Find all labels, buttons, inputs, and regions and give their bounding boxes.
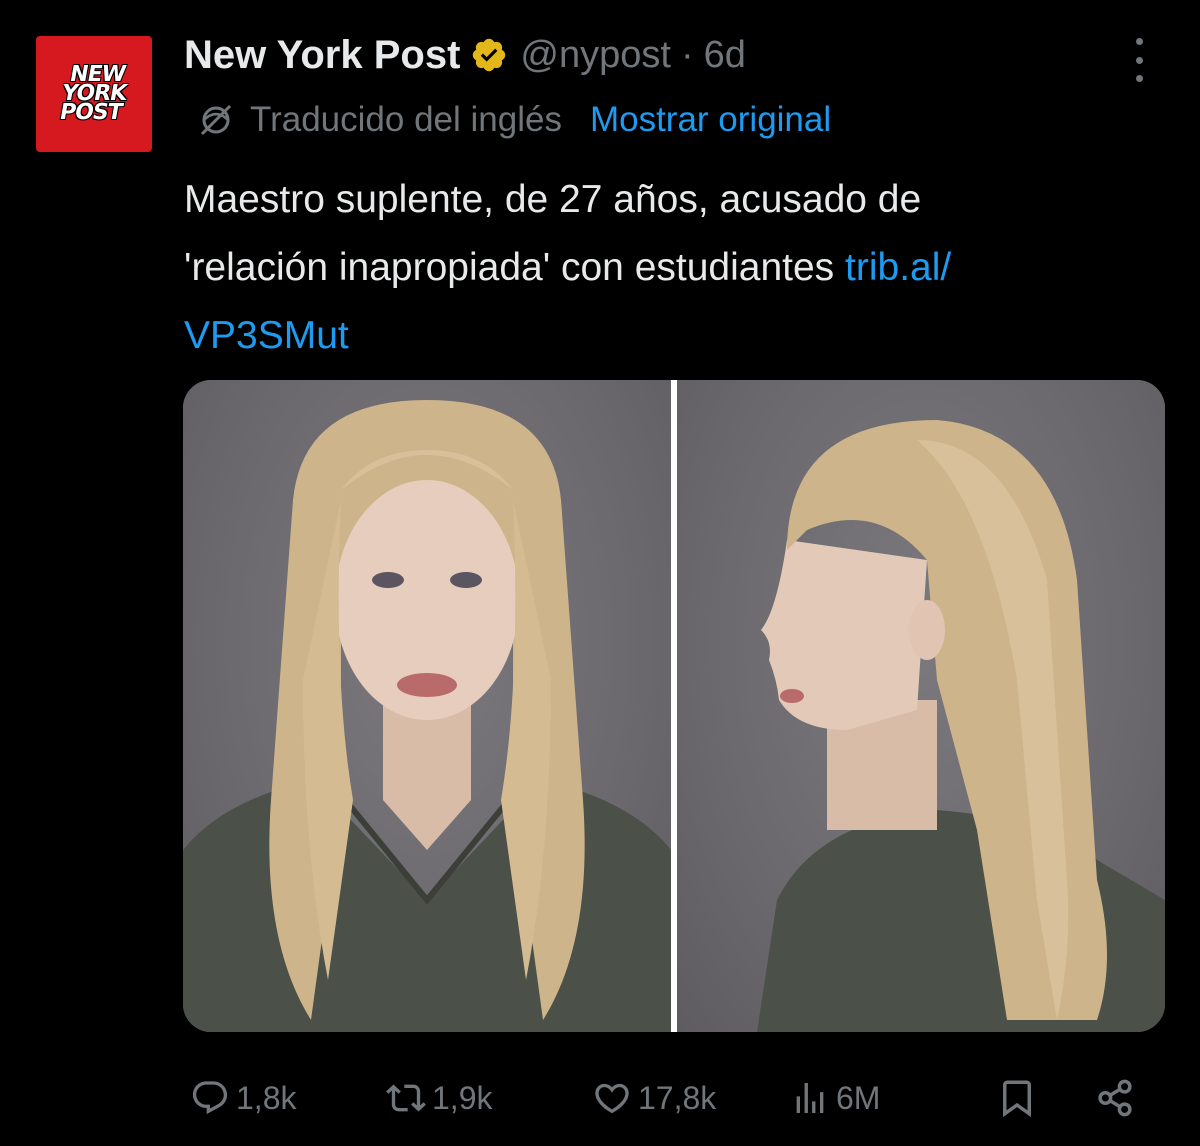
tweet-text-line: VP3SMut: [184, 302, 1164, 370]
views-button[interactable]: 6M: [790, 1068, 880, 1128]
tweet-text-fragment: 'relación inapropiada' con estudiantes: [184, 246, 846, 289]
tweet-link-continued[interactable]: VP3SMut: [184, 314, 349, 357]
tweet-timestamp[interactable]: 6d: [704, 34, 746, 77]
reply-button[interactable]: 1,8k: [190, 1068, 296, 1128]
tweet-text-line: 'relación inapropiada' con estudiantes t…: [184, 234, 1164, 302]
share-button[interactable]: [1094, 1068, 1136, 1128]
reply-icon: [190, 1078, 230, 1118]
avatar-logo-line: POST: [57, 99, 124, 125]
views-count: 6M: [836, 1079, 881, 1116]
separator-dot: ·: [680, 33, 694, 76]
tweet-media-grid[interactable]: [183, 380, 1165, 1032]
nypost-logo: NEW YORK POST: [57, 62, 131, 125]
verified-badge-icon[interactable]: [470, 36, 508, 74]
heart-icon: [592, 1078, 632, 1118]
tweet-card[interactable]: NEW YORK POST New York Post @nypost · 6d…: [0, 0, 1200, 1146]
tweet-link[interactable]: trib.al/: [845, 246, 951, 289]
translate-globe-icon: [196, 100, 236, 140]
translated-label: Traducido del inglés: [250, 100, 562, 139]
like-button[interactable]: 17,8k: [592, 1068, 716, 1128]
bookmark-button[interactable]: [996, 1068, 1038, 1128]
repost-icon: [386, 1078, 426, 1118]
like-count: 17,8k: [638, 1079, 717, 1116]
bookmark-icon: [996, 1077, 1038, 1119]
media-photo-profile[interactable]: [677, 380, 1165, 1032]
reply-count: 1,8k: [236, 1079, 297, 1116]
share-nodes-icon: [1094, 1077, 1136, 1119]
repost-button[interactable]: 1,9k: [386, 1068, 492, 1128]
repost-count: 1,9k: [432, 1079, 493, 1116]
views-chart-icon: [790, 1078, 830, 1118]
tweet-text-line: Maestro suplente, de 27 años, acusado de: [184, 178, 922, 221]
author-avatar[interactable]: NEW YORK POST: [36, 36, 152, 152]
media-photo-front[interactable]: [183, 380, 671, 1032]
author-name[interactable]: New York Post: [184, 33, 460, 78]
author-handle[interactable]: @nypost: [520, 34, 671, 77]
tweet-text: Maestro suplente, de 27 años, acusado de…: [184, 166, 1164, 370]
translation-notice: Traducido del inglés Mostrar original: [196, 98, 831, 142]
tweet-header: New York Post @nypost · 6d: [184, 30, 746, 80]
tweet-action-bar: 1,8k 1,9k 17,8k 6M: [190, 1068, 1150, 1128]
more-options-icon[interactable]: [1124, 38, 1154, 82]
show-original-link[interactable]: Mostrar original: [590, 100, 831, 140]
